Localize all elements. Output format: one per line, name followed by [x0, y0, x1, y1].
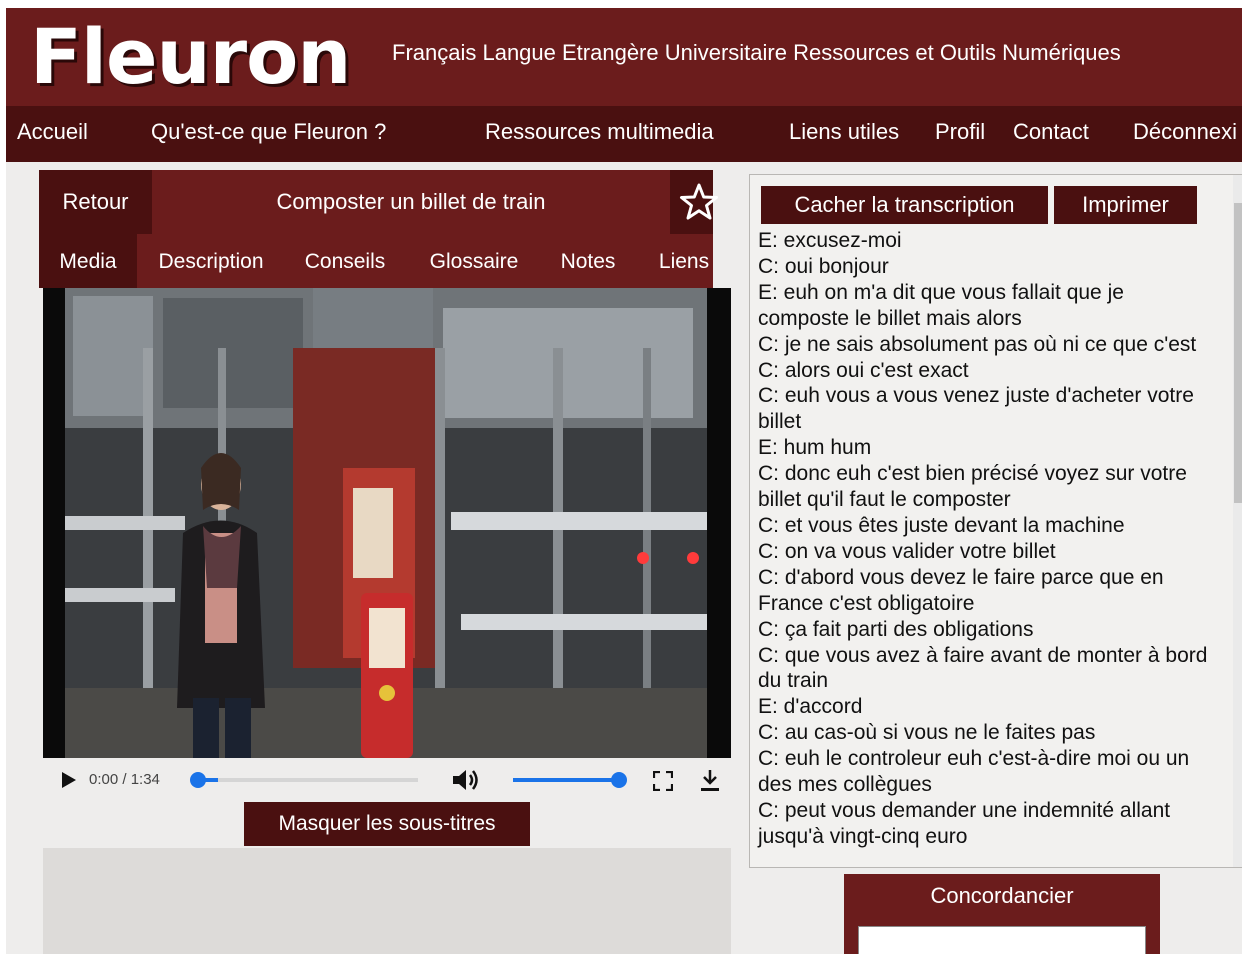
transcript-line: C: euh vous a vous venez juste d'acheter… [758, 384, 1194, 434]
volume-slider[interactable] [513, 772, 627, 788]
transcript-line: E: hum hum [758, 436, 872, 460]
site-tagline: Français Langue Etrangère Universitaire … [392, 40, 1121, 65]
transcript-line: C: donc euh c'est bien précisé voyez sur… [758, 462, 1187, 512]
lesson-title: Composter un billet de train [152, 170, 670, 234]
main-nav: Accueil Qu'est-ce que Fleuron ? Ressourc… [6, 106, 1242, 162]
video-frame[interactable] [43, 288, 731, 758]
transcript-line: C: euh le controleur euh c'est-à-dire mo… [758, 747, 1190, 797]
back-button[interactable]: Retour [39, 170, 152, 234]
transcript-line: C: on va vous valider votre billet [758, 539, 1056, 563]
nav-deconnexion[interactable]: Déconnexi [1133, 119, 1237, 145]
video-still [43, 288, 731, 758]
volume-icon[interactable] [451, 767, 479, 793]
nav-contact[interactable]: Contact [1013, 119, 1089, 145]
nav-profil[interactable]: Profil [935, 119, 985, 145]
hide-transcript-button[interactable]: Cacher la transcription [761, 186, 1048, 224]
seek-handle[interactable] [190, 772, 206, 788]
transcript-line: E: excusez-moi [758, 229, 902, 252]
site-header: Fleuron Français Langue Etrangère Univer… [6, 8, 1242, 106]
site-logo[interactable]: Fleuron [30, 14, 351, 100]
tab-glossaire[interactable]: Glossaire [421, 234, 527, 288]
concordancier-title: Concordancier [930, 883, 1074, 908]
transcript-line: C: alors oui c'est exact [758, 358, 969, 382]
transcript-line: C: ça fait parti des obligations [758, 617, 1034, 641]
concordancier-panel: Concordancier [844, 874, 1160, 954]
star-icon[interactable] [679, 182, 719, 222]
nav-liens-utiles[interactable]: Liens utiles [789, 119, 899, 145]
play-icon[interactable] [61, 771, 77, 789]
volume-fill [513, 778, 619, 782]
page: Fleuron Français Langue Etrangère Univer… [6, 8, 1242, 954]
scrollbar-thumb[interactable] [1234, 203, 1242, 503]
tab-description[interactable]: Description [151, 234, 271, 288]
transcript-line: C: au cas-où si vous ne le faites pas [758, 721, 1096, 745]
seek-bar[interactable] [190, 772, 418, 788]
transcript-lines: E: excusez-moi C: oui bonjour E: euh on m'… [758, 228, 1218, 850]
tab-conseils[interactable]: Conseils [299, 234, 391, 288]
tab-liens[interactable]: Liens [654, 234, 714, 288]
transcript-line: C: que vous avez à faire avant de monter… [758, 643, 1208, 693]
lesson-tabs: Media Description Conseils Glossaire Not… [39, 234, 713, 288]
time-display: 0:00 / 1:34 [89, 771, 160, 788]
fullscreen-icon[interactable] [653, 771, 673, 791]
transcript-line: E: euh on m'a dit que vous fallait que j… [758, 280, 1124, 330]
nav-about[interactable]: Qu'est-ce que Fleuron ? [151, 119, 386, 145]
transcript-line: C: oui bonjour [758, 254, 889, 278]
tab-notes[interactable]: Notes [554, 234, 622, 288]
transcript-scrollbar[interactable] [1233, 175, 1242, 867]
lesson-title-bar: Retour Composter un billet de train [39, 170, 718, 234]
transcript-line: E: d'accord [758, 695, 863, 719]
video-controls: 0:00 / 1:34 [43, 758, 731, 802]
nav-ressources[interactable]: Ressources multimedia [485, 119, 714, 145]
concordancier-input[interactable] [858, 926, 1146, 954]
print-button[interactable]: Imprimer [1054, 186, 1197, 224]
transcript-panel[interactable]: Cacher la transcription Imprimer E: excu… [749, 174, 1242, 868]
transcript-line: C: peut vous demander une indemnité alla… [758, 798, 1171, 848]
volume-handle[interactable] [611, 772, 627, 788]
hide-subtitles-button[interactable]: Masquer les sous-titres [244, 802, 530, 846]
transcript-line: C: et vous êtes juste devant la machine [758, 513, 1125, 537]
download-icon[interactable] [699, 768, 721, 792]
transcript-line: C: je ne sais absolument pas où ni ce qu… [758, 332, 1197, 356]
tab-media[interactable]: Media [39, 234, 137, 288]
nav-accueil[interactable]: Accueil [17, 119, 88, 145]
subtitle-area [43, 848, 731, 954]
transcript-line: C: d'abord vous devez le faire parce que… [758, 565, 1164, 615]
